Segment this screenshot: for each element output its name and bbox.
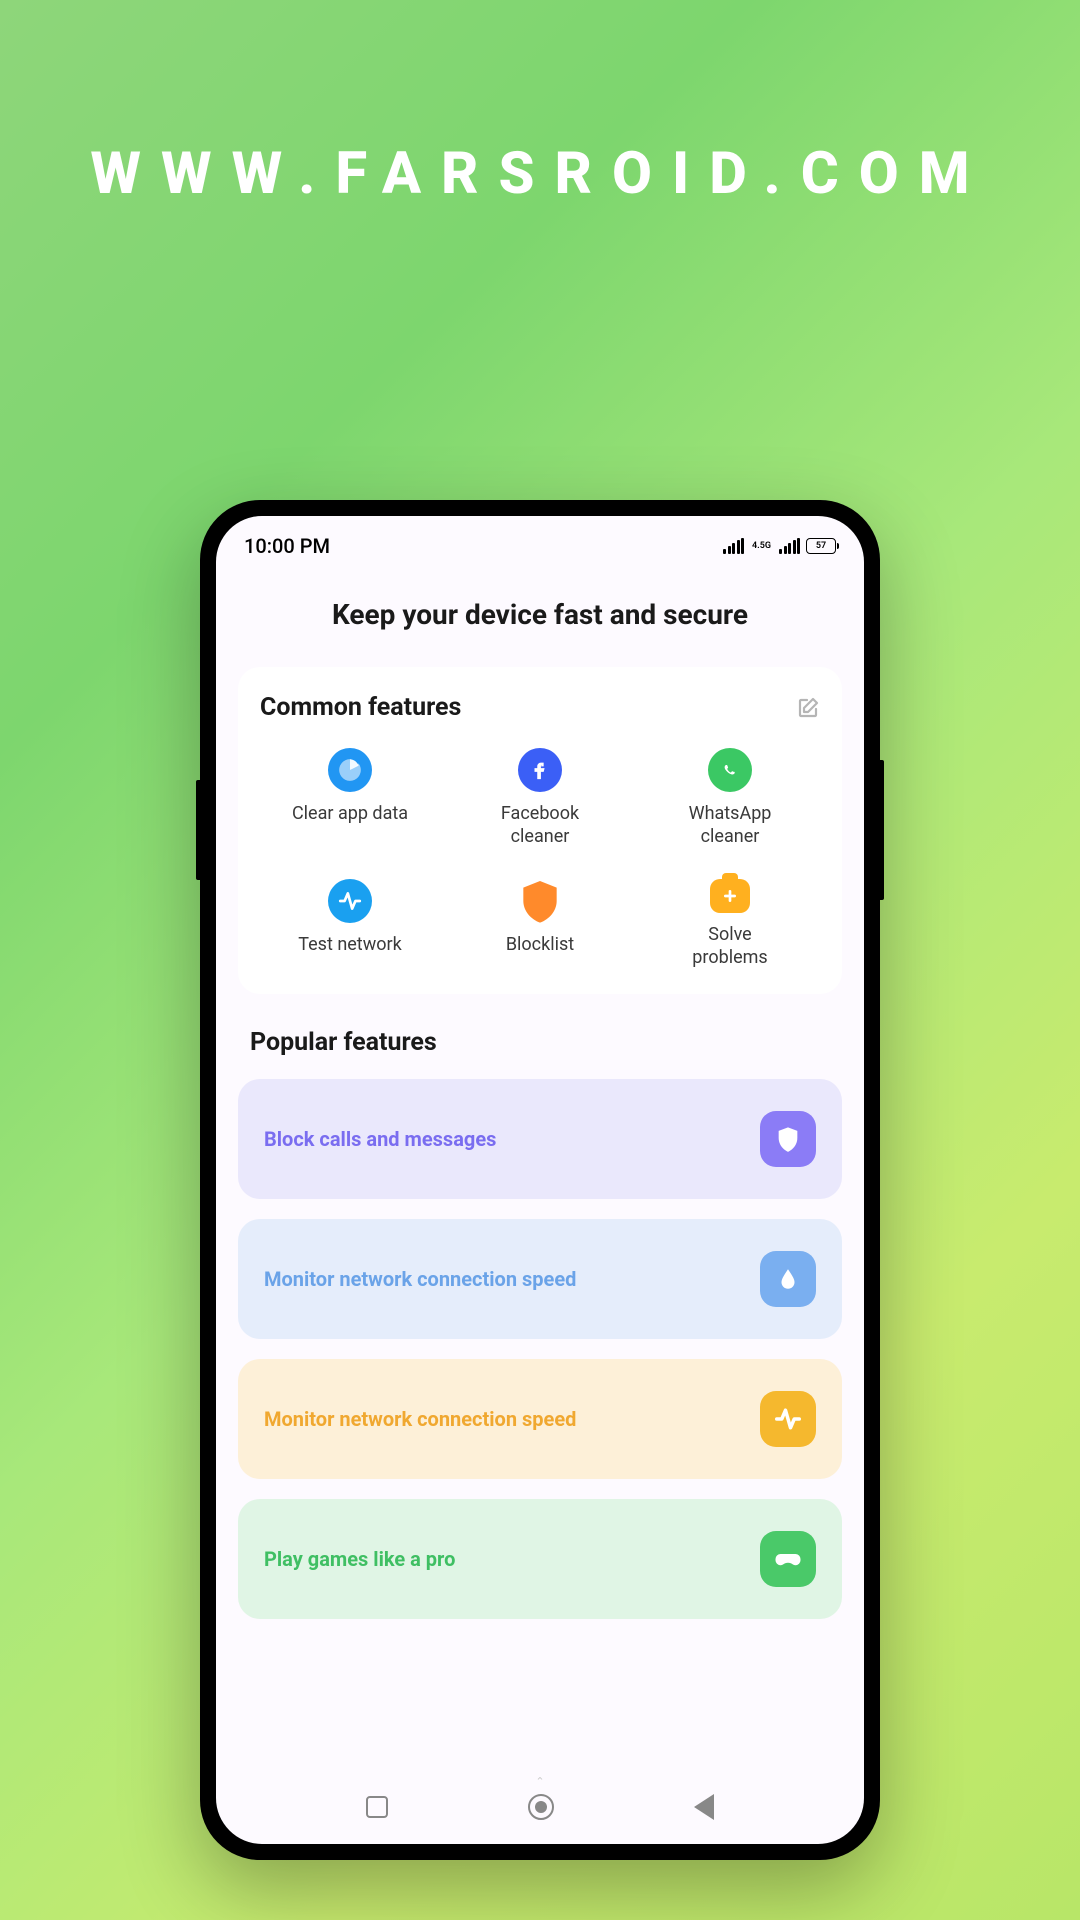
nav-home-button[interactable] <box>528 1794 554 1820</box>
phone-side-button-right <box>880 760 884 900</box>
whatsapp-icon <box>708 748 752 792</box>
pie-chart-icon <box>328 748 372 792</box>
shield-icon <box>518 879 562 923</box>
navigation-bar <box>216 1780 864 1844</box>
nav-recents-button[interactable] <box>366 1796 388 1818</box>
home-indicator: ⌃ <box>535 1775 544 1788</box>
pulse-icon <box>760 1391 816 1447</box>
popular-feature-label: Block calls and messages <box>264 1127 496 1151</box>
feature-label: Blocklist <box>506 933 574 956</box>
nav-back-button[interactable] <box>694 1794 714 1820</box>
drop-icon <box>760 1251 816 1307</box>
feature-whatsapp-cleaner[interactable]: WhatsApp cleaner <box>640 748 820 849</box>
popular-feature-play-games[interactable]: Play games like a pro <box>238 1499 842 1619</box>
popular-features-title: Popular features <box>216 1020 864 1079</box>
feature-label: Test network <box>298 933 401 956</box>
activity-icon <box>328 879 372 923</box>
feature-clear-app-data[interactable]: Clear app data <box>260 748 440 849</box>
feature-label: WhatsApp cleaner <box>670 802 790 849</box>
toolbox-icon <box>710 879 750 913</box>
feature-label: Facebook cleaner <box>480 802 600 849</box>
status-time: 10:00 PM <box>244 534 330 558</box>
phone-screen: 10:00 PM 4.5G 57 Keep your device fast a… <box>216 516 864 1844</box>
phone-frame: 10:00 PM 4.5G 57 Keep your device fast a… <box>200 500 880 1860</box>
status-bar: 10:00 PM 4.5G 57 <box>216 516 864 568</box>
popular-feature-monitor-speed-1[interactable]: Monitor network connection speed <box>238 1219 842 1339</box>
facebook-icon <box>518 748 562 792</box>
popular-feature-label: Monitor network connection speed <box>264 1407 576 1431</box>
shield-white-icon <box>760 1111 816 1167</box>
watermark-text: WWW.FARSROID.COM <box>0 140 1080 208</box>
feature-test-network[interactable]: Test network <box>260 879 440 970</box>
feature-facebook-cleaner[interactable]: Facebook cleaner <box>450 748 630 849</box>
game-icon <box>760 1531 816 1587</box>
edit-icon[interactable] <box>796 696 820 720</box>
phone-side-button-left <box>196 780 200 880</box>
popular-feature-label: Monitor network connection speed <box>264 1267 576 1291</box>
feature-solve-problems[interactable]: Solve problems <box>640 879 820 970</box>
status-right: 4.5G 57 <box>723 538 836 554</box>
feature-label: Solve problems <box>670 923 790 970</box>
network-label: 4.5G <box>752 541 771 551</box>
battery-icon: 57 <box>806 538 836 554</box>
common-features-grid: Clear app data Facebook cleaner WhatsApp… <box>260 748 820 970</box>
signal-icon-2 <box>779 538 800 554</box>
feature-label: Clear app data <box>292 802 408 825</box>
popular-feature-block-calls[interactable]: Block calls and messages <box>238 1079 842 1199</box>
page-title: Keep your device fast and secure <box>216 568 864 667</box>
common-features-card: Common features Clear app data Facebook … <box>238 667 842 994</box>
popular-feature-monitor-speed-2[interactable]: Monitor network connection speed <box>238 1359 842 1479</box>
common-features-title: Common features <box>260 693 461 722</box>
signal-icon <box>723 538 744 554</box>
feature-blocklist[interactable]: Blocklist <box>450 879 630 970</box>
popular-feature-label: Play games like a pro <box>264 1547 455 1571</box>
